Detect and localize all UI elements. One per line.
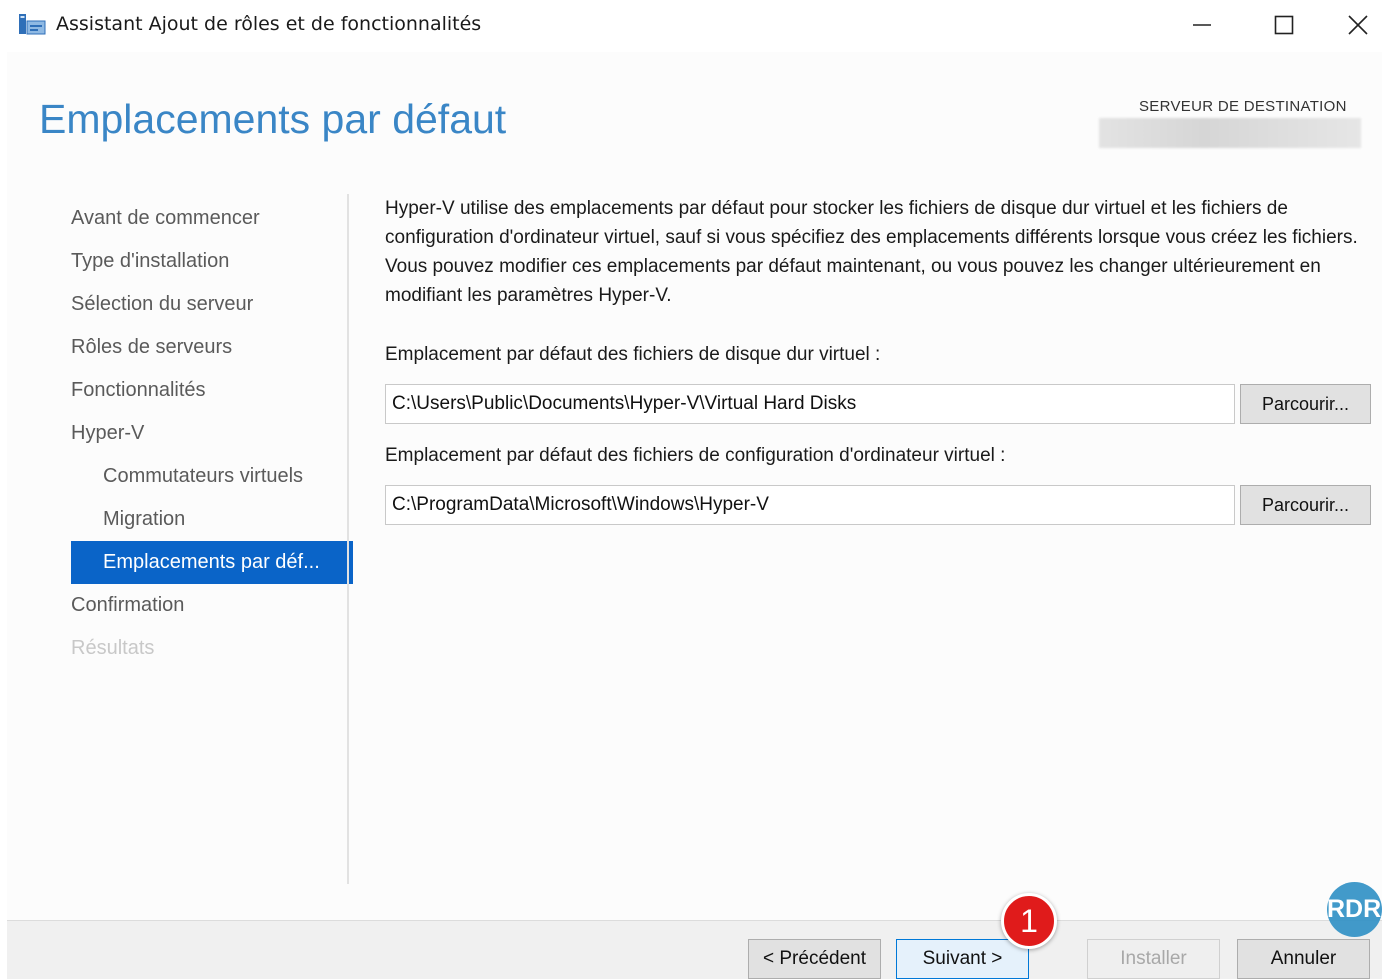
nav-item-commutateurs-virtuels[interactable]: Commutateurs virtuels [71,455,353,498]
nav-item-type-installation[interactable]: Type d'installation [71,240,353,283]
wizard-footer: < Précédent Suivant > Installer Annuler [7,920,1382,979]
nav-item-selection-serveur[interactable]: Sélection du serveur [71,283,353,326]
destination-server-label: SERVEUR DE DESTINATION [1139,98,1347,115]
watermark-text: RDR [1327,895,1382,923]
step-number-badge: 1 [1001,893,1057,949]
vhd-location-label: Emplacement par défaut des fichiers de d… [385,344,881,365]
minimize-icon [1193,24,1211,26]
browse-vhd-button[interactable]: Parcourir... [1240,384,1371,424]
wizard-steps-nav: Avant de commencer Type d'installation S… [71,197,353,670]
main-pane: Hyper-V utilise des emplacements par déf… [385,194,1375,525]
cancel-button[interactable]: Annuler [1237,939,1370,979]
destination-server-value [1099,118,1361,148]
install-button: Installer [1087,939,1220,979]
nav-item-roles-serveurs[interactable]: Rôles de serveurs [71,326,353,369]
minimize-button[interactable] [1172,4,1232,46]
title-bar: Assistant Ajout de rôles et de fonctionn… [0,0,1382,50]
nav-item-confirmation[interactable]: Confirmation [71,584,353,627]
page-title: Emplacements par défaut [39,96,507,142]
server-manager-icon [19,14,46,35]
window-title: Assistant Ajout de rôles et de fonctionn… [56,13,482,35]
vhd-location-input[interactable] [385,384,1235,424]
nav-item-fonctionnalites[interactable]: Fonctionnalités [71,369,353,412]
close-icon [1348,15,1368,35]
previous-button[interactable]: < Précédent [748,939,881,979]
wizard-content: Emplacements par défaut SERVEUR DE DESTI… [7,52,1382,920]
browse-config-button[interactable]: Parcourir... [1240,485,1371,525]
maximize-icon [1274,15,1294,35]
nav-item-avant-de-commencer[interactable]: Avant de commencer [71,197,353,240]
description-text: Hyper-V utilise des emplacements par déf… [385,198,1358,306]
maximize-button[interactable] [1254,4,1314,46]
nav-item-hyper-v[interactable]: Hyper-V [71,412,353,455]
nav-item-emplacements-par-defaut[interactable]: Emplacements par déf... [71,541,353,584]
nav-item-resultats: Résultats [71,637,155,659]
config-location-input[interactable] [385,485,1235,525]
config-location-label: Emplacement par défaut des fichiers de c… [385,445,1006,466]
nav-item-migration[interactable]: Migration [71,498,353,541]
close-button[interactable] [1334,4,1382,46]
next-button[interactable]: Suivant > [896,939,1029,979]
nav-divider [347,194,349,884]
